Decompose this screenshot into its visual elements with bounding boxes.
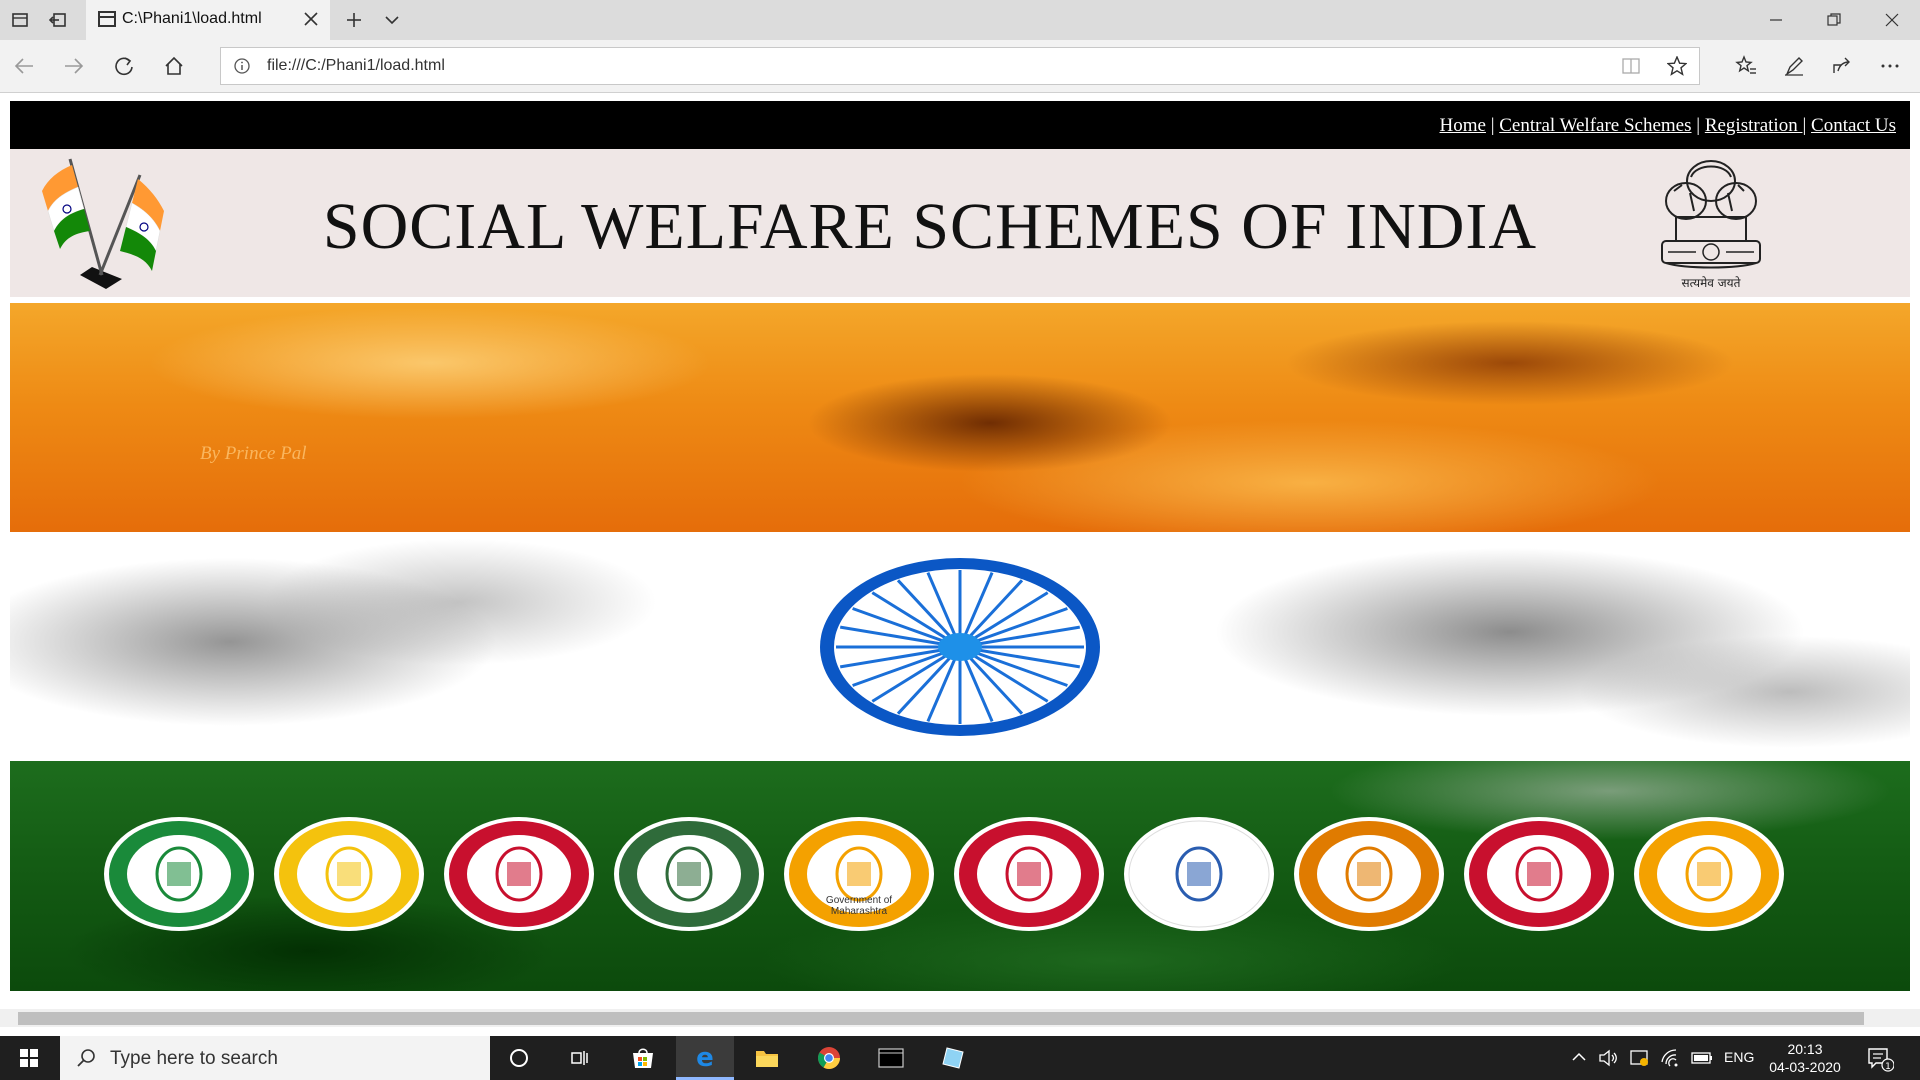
info-icon[interactable]: [233, 57, 251, 80]
tab-preview-chevron-icon[interactable]: [378, 6, 406, 34]
home-icon[interactable]: [158, 50, 190, 82]
minimize-button[interactable]: [1748, 0, 1804, 40]
saffron-band: [10, 303, 1910, 532]
start-button[interactable]: [0, 1036, 58, 1080]
favorites-icon[interactable]: [1730, 50, 1762, 82]
windows-taskbar: Type here to search e ENG 20:13 04-03-20…: [0, 1036, 1920, 1080]
new-tab-icon[interactable]: [340, 6, 368, 34]
clock-time: 20:13: [1787, 1041, 1823, 1057]
cortana-icon[interactable]: [490, 1036, 548, 1080]
horizontal-scrollbar[interactable]: [0, 1009, 1920, 1027]
state-logo: [1634, 817, 1784, 931]
task-view-icon[interactable]: [550, 1036, 608, 1080]
refresh-icon[interactable]: [108, 50, 140, 82]
nav-separator: |: [1691, 115, 1705, 136]
svg-text:e: e: [696, 1044, 714, 1070]
show-hidden-icons-chevron-icon[interactable]: [1570, 1048, 1588, 1071]
close-tab-icon[interactable]: [300, 8, 322, 30]
pen-notes-icon[interactable]: [1778, 50, 1810, 82]
battery-icon[interactable]: [1690, 1049, 1714, 1072]
nav-link-home[interactable]: Home: [1440, 115, 1486, 136]
file-explorer-icon[interactable]: [738, 1036, 796, 1080]
search-icon: [76, 1048, 96, 1073]
emblem-motto: सत्यमेव जयते: [1682, 276, 1742, 290]
state-logos-row: Government of Maharashtra: [104, 817, 1824, 933]
action-center-icon[interactable]: 1: [1866, 1046, 1895, 1077]
url-text: file:///C:/Phani1/load.html: [267, 57, 445, 74]
back-icon[interactable]: [8, 50, 40, 82]
set-aside-tabs-icon[interactable]: [44, 6, 72, 34]
tab-bar: C:\Phani1\load.html: [0, 0, 1920, 40]
tricolour-banner: By Prince Pal Government of Maharashtra: [10, 303, 1910, 991]
watermark-text: By Prince Pal: [200, 443, 307, 464]
ashoka-chakra-icon: [818, 555, 1102, 739]
nav-link-contact-us[interactable]: Contact Us: [1811, 115, 1896, 136]
state-logo: [104, 817, 254, 931]
edge-browser-icon[interactable]: e: [676, 1036, 734, 1080]
tab-title: C:\Phani1\load.html: [122, 10, 262, 27]
taskbar-search-input[interactable]: Type here to search: [60, 1036, 490, 1080]
volume-icon[interactable]: [1598, 1048, 1620, 1073]
terminal-icon[interactable]: [862, 1036, 920, 1080]
system-clock[interactable]: 20:13 04-03-2020: [1760, 1040, 1850, 1076]
state-logo: [954, 817, 1104, 931]
reading-view-icon[interactable]: [1621, 57, 1641, 80]
notes-app-icon[interactable]: [924, 1036, 982, 1080]
favorite-star-icon[interactable]: [1666, 55, 1688, 81]
input-language[interactable]: ENG: [1724, 1049, 1754, 1065]
state-logo-label: Government of Maharashtra: [825, 895, 893, 917]
scrollbar-thumb[interactable]: [18, 1012, 1864, 1025]
nav-separator: |: [1485, 115, 1500, 136]
url-input[interactable]: file:///C:/Phani1/load.html: [220, 47, 1700, 85]
state-logo: Government of Maharashtra: [784, 817, 934, 931]
state-logo: [274, 817, 424, 931]
search-placeholder: Type here to search: [110, 1048, 278, 1069]
page-icon: [98, 11, 116, 27]
meet-now-icon[interactable]: [1630, 1048, 1650, 1073]
forward-icon[interactable]: [58, 50, 90, 82]
nav-link-central-welfare-schemes[interactable]: Central Welfare Schemes: [1499, 115, 1691, 136]
more-options-icon[interactable]: [1874, 50, 1906, 82]
state-logo: [1294, 817, 1444, 931]
page-title: SOCIAL WELFARE SCHEMES OF INDIA: [322, 190, 1538, 263]
state-logo: [1124, 817, 1274, 931]
site-header: SOCIAL WELFARE SCHEMES OF INDIA सत्यमेव …: [10, 149, 1910, 297]
notification-badge: 1: [1885, 1062, 1891, 1072]
state-logo: [614, 817, 764, 931]
store-icon[interactable]: [614, 1036, 672, 1080]
state-logo: [444, 817, 594, 931]
restore-button[interactable]: [1806, 0, 1862, 40]
tab-manager-icon[interactable]: [6, 6, 34, 34]
nav-link-registration[interactable]: Registration: [1705, 115, 1803, 136]
address-bar: file:///C:/Phani1/load.html: [0, 40, 1920, 93]
nav-separator: |: [1802, 115, 1812, 136]
browser-tab[interactable]: C:\Phani1\load.html: [86, 0, 330, 40]
national-emblem-icon: सत्यमेव जयते: [1646, 151, 1776, 295]
chrome-icon[interactable]: [800, 1036, 858, 1080]
close-window-button[interactable]: [1864, 0, 1920, 40]
share-icon[interactable]: [1826, 50, 1858, 82]
top-navigation: Home | Central Welfare Schemes | Registr…: [10, 101, 1910, 149]
clock-date: 04-03-2020: [1769, 1059, 1841, 1075]
wifi-icon[interactable]: [1660, 1048, 1682, 1073]
state-logo: [1464, 817, 1614, 931]
nav-links: Home | Central Welfare Schemes | Registr…: [1440, 115, 1897, 137]
page-viewport: Home | Central Welfare Schemes | Registr…: [0, 93, 1920, 1027]
